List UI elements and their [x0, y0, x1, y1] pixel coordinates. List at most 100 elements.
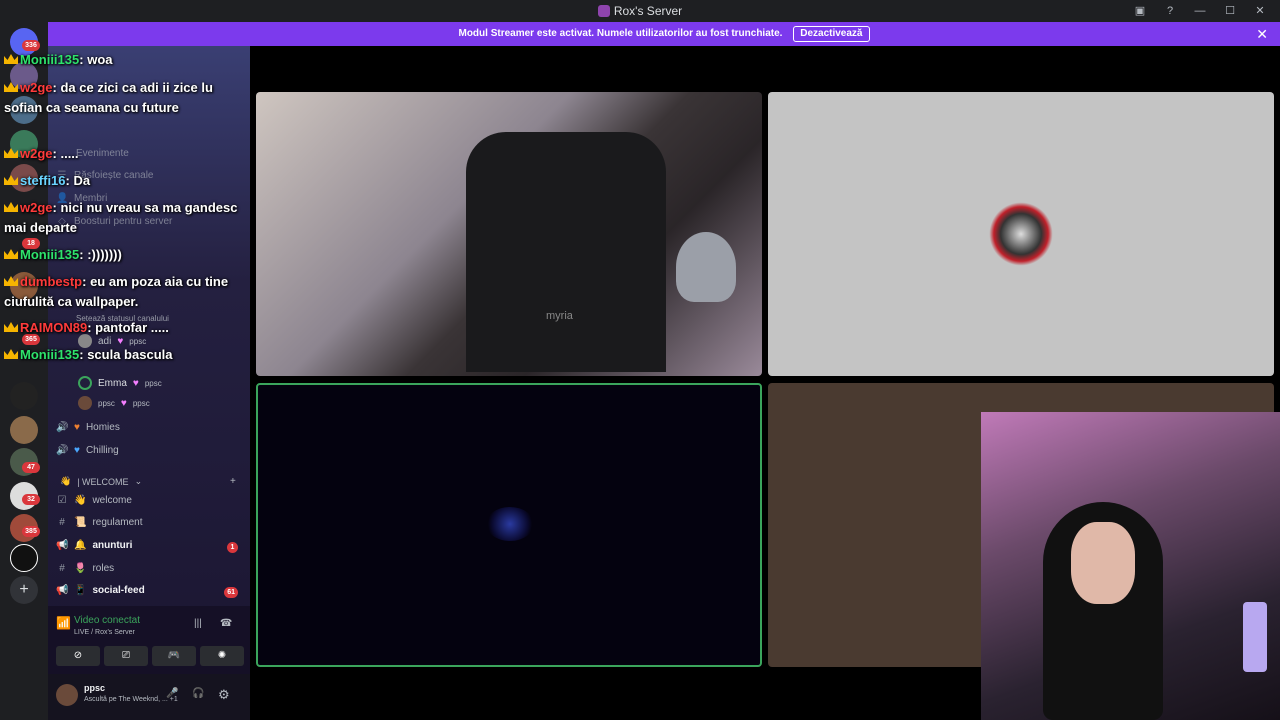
- boost-icon: ◇: [58, 216, 66, 227]
- chair-brand-text: myria: [546, 310, 573, 322]
- gaming-chair: [466, 132, 666, 372]
- screen-share-button[interactable]: ⎚: [104, 646, 148, 666]
- voice-user[interactable]: Emma ♥ ppsc: [78, 376, 162, 390]
- user-activity: Ascultă pe The Weeknd, ...: [84, 696, 168, 703]
- channel-welcome[interactable]: ☑ 👋 welcome: [56, 495, 132, 506]
- channel-status-hint[interactable]: Setează statusul canalului: [76, 314, 169, 323]
- server-icon[interactable]: [10, 272, 38, 300]
- hash-icon: #: [59, 563, 65, 574]
- server-icon[interactable]: [10, 164, 38, 192]
- menu-label: Boosturi pentru server: [74, 216, 173, 227]
- voice-user[interactable]: ppsc ♥ ppsc: [78, 396, 150, 410]
- soundboard-button[interactable]: ✺: [200, 646, 244, 666]
- heart-icon: ♥: [120, 397, 127, 409]
- unread-badge: 18: [22, 238, 40, 249]
- menu-events[interactable]: Evenimente: [76, 148, 129, 159]
- server-icon[interactable]: [10, 130, 38, 158]
- browse-icon: ☰: [57, 170, 67, 181]
- channel-social-feed[interactable]: 📢 📱 social-feed: [56, 585, 145, 596]
- voice-user-tag: ppsc: [132, 398, 150, 408]
- heart-icon: ♥: [117, 335, 124, 347]
- mention-badge: 1: [227, 542, 238, 553]
- close-window-icon[interactable]: ✕: [1248, 2, 1272, 20]
- rules-icon: ☑: [57, 495, 67, 506]
- minimize-icon[interactable]: —: [1188, 2, 1212, 20]
- heart-icon: ♥: [74, 445, 80, 456]
- close-banner-icon[interactable]: ✕: [1256, 22, 1268, 46]
- channel-sidebar: Evenimente ☰ Răsfoiește canale 👤 Membri ◇ B…: [48, 46, 250, 720]
- unread-badge: 336: [22, 40, 40, 51]
- voice-channel-homies[interactable]: 🔊 ♥ Homies: [56, 422, 120, 433]
- video-tile-speaking[interactable]: [256, 383, 762, 667]
- title-bar: Rox's Server ▣ ? — ☐ ✕: [0, 0, 1280, 22]
- channel-label: Chilling: [85, 445, 119, 456]
- server-icon[interactable]: [10, 416, 38, 444]
- menu-label: Răsfoiește canale: [74, 170, 154, 181]
- channel-label: welcome: [92, 495, 132, 506]
- server-icon[interactable]: [10, 382, 38, 410]
- menu-members[interactable]: 👤 Membri: [56, 193, 107, 204]
- voice-status-sub: LIVE / Rox's Server: [74, 629, 135, 636]
- menu-browse-channels[interactable]: ☰ Răsfoiește canale: [56, 170, 154, 181]
- camera-off-button[interactable]: ⊘: [56, 646, 100, 666]
- voice-connection-panel: 📶 Video conectat LIVE / Rox's Server |||…: [48, 606, 250, 674]
- status-hint-text: Setează statusul canalului: [76, 314, 169, 323]
- gear-icon[interactable]: ⚙: [218, 687, 230, 703]
- inbox-icon[interactable]: ▣: [1128, 2, 1152, 20]
- hash-icon: #: [59, 517, 65, 528]
- unread-badge: 32: [22, 494, 40, 505]
- user-avatar[interactable]: [56, 684, 78, 706]
- announce-icon: 📢: [56, 540, 69, 551]
- plush-toy: [676, 232, 736, 302]
- user-avatar: [486, 507, 534, 541]
- maximize-icon[interactable]: ☐: [1218, 2, 1242, 20]
- activity-button[interactable]: 🎮: [152, 646, 196, 666]
- signal-icon: 📶: [56, 616, 71, 630]
- add-channel-icon[interactable]: +: [230, 476, 236, 487]
- help-icon[interactable]: ?: [1158, 2, 1182, 20]
- category-welcome[interactable]: 👋 | WELCOME ⌄: [60, 476, 142, 487]
- voice-channel-chilling[interactable]: 🔊 ♥ Chilling: [56, 445, 119, 456]
- channel-label: regulament: [92, 517, 143, 528]
- channel-anunturi[interactable]: 📢 🔔 anunturi: [56, 540, 132, 551]
- headphones-icon[interactable]: 🎧: [192, 688, 204, 699]
- menu-boosts[interactable]: ◇ Boosturi pentru server: [56, 216, 172, 227]
- speaking-avatar: [78, 376, 92, 390]
- channel-label: social-feed: [92, 585, 145, 596]
- disconnect-icon[interactable]: ☎: [220, 618, 232, 629]
- wave-icon: 👋: [74, 495, 87, 506]
- voice-user-name: adi: [98, 335, 112, 347]
- heart-icon: ♥: [132, 377, 139, 389]
- unread-badge: 385: [22, 526, 40, 537]
- server-icon[interactable]: [10, 544, 38, 572]
- mention-badge: 61: [224, 587, 238, 598]
- announce-icon: 📢: [56, 585, 69, 596]
- voice-user-tag: ppsc: [144, 378, 162, 388]
- voice-user-name: Emma: [98, 377, 127, 389]
- channel-label: anunturi: [92, 540, 133, 551]
- channel-roles[interactable]: # 🌷 roles: [56, 563, 114, 574]
- voice-status-title: Video conectat: [74, 615, 140, 626]
- phone-icon: 📱: [74, 585, 87, 596]
- add-server-icon[interactable]: +: [10, 576, 38, 604]
- chevron-down-icon: ⌄: [134, 476, 143, 486]
- microphone-icon[interactable]: 🎤: [166, 688, 178, 699]
- banner-text: Modul Streamer este activat. Numele util…: [458, 28, 783, 39]
- heart-icon: ♥: [74, 422, 80, 433]
- voice-user-name: ppsc: [98, 398, 115, 408]
- speaker-icon: 🔊: [56, 422, 69, 433]
- noise-suppression-icon[interactable]: |||: [194, 618, 202, 629]
- voice-user-tag: ppsc: [129, 336, 147, 346]
- video-tile-avatar[interactable]: [768, 92, 1274, 376]
- channel-regulament[interactable]: # 📜 regulament: [56, 517, 142, 528]
- tulip-icon: 🌷: [74, 563, 87, 574]
- server-icon[interactable]: [10, 96, 38, 124]
- window-title: Rox's Server: [0, 4, 1280, 18]
- voice-user[interactable]: adi ♥ ppsc: [78, 334, 146, 348]
- deactivate-button[interactable]: Dezactivează: [793, 26, 870, 42]
- streamer-mode-banner: Modul Streamer este activat. Numele util…: [48, 22, 1280, 46]
- speaker-icon: 🔊: [56, 445, 69, 456]
- wave-icon: 👋: [60, 476, 72, 486]
- video-tile-camera[interactable]: myria: [256, 92, 762, 376]
- server-icon[interactable]: [10, 62, 38, 90]
